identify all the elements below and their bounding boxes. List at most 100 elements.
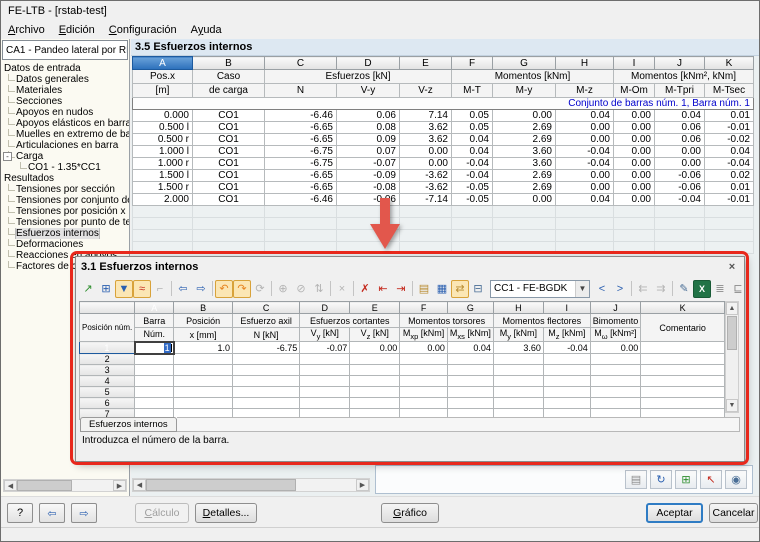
section-icon[interactable]: ⌐	[151, 280, 169, 298]
cell-mtsec[interactable]: -0.02	[705, 134, 754, 146]
tree-item-secciones[interactable]: Secciones	[1, 96, 129, 107]
cell-n[interactable]: -6.46	[265, 110, 337, 122]
block-icon[interactable]: ⊘	[292, 280, 310, 298]
cell-posx[interactable]: 2.000	[133, 194, 193, 206]
help-button[interactable]: ?	[7, 503, 33, 523]
cell-mz[interactable]: -0.04	[543, 342, 590, 354]
row-number[interactable]: 4	[80, 376, 135, 387]
calculo-button[interactable]: Cálculo	[135, 503, 189, 523]
cell-vz[interactable]: 3.62	[400, 134, 452, 146]
scroll-up-icon[interactable]: ▲	[726, 302, 738, 315]
cell-vz[interactable]: 0.00	[400, 146, 452, 158]
cell-my[interactable]: 3.60	[493, 146, 556, 158]
cell-posx[interactable]: 1.500 r	[133, 182, 193, 194]
scroll-down-icon[interactable]: ▼	[726, 399, 738, 412]
tab-esfuerzos-internos[interactable]: Esfuerzos internos	[80, 417, 177, 432]
export-icon[interactable]: ⊞	[675, 470, 697, 489]
cell-mtsec[interactable]: 0.02	[705, 170, 754, 182]
col-letter-c[interactable]: C	[265, 57, 337, 70]
menu-ayuda[interactable]: Ayuda	[184, 22, 229, 38]
scroll-left-icon[interactable]: ◀	[133, 479, 146, 491]
insert-row-icon[interactable]: ⊕	[274, 280, 292, 298]
cell-my[interactable]: 2.69	[493, 182, 556, 194]
cell-mtsec[interactable]: -0.04	[705, 158, 754, 170]
cell-mt[interactable]: -0.04	[452, 158, 493, 170]
col-letter-a[interactable]: A	[135, 302, 174, 314]
tree-item-apoyos-elasticos[interactable]: Apoyos elásticos en barra	[1, 118, 129, 129]
cell-mz[interactable]: -0.04	[556, 146, 614, 158]
cell-posx[interactable]: 0.500 r	[133, 134, 193, 146]
jump-to-graphic-icon[interactable]: ↗	[79, 280, 97, 298]
tree-item-carga[interactable]: -Carga	[1, 151, 129, 162]
row-number[interactable]: 5	[80, 387, 135, 398]
scrollbar-thumb[interactable]	[727, 316, 737, 350]
collapse-icon[interactable]: -	[3, 152, 12, 161]
col-letter-g[interactable]: G	[493, 57, 556, 70]
cell-n[interactable]: -6.65	[265, 170, 337, 182]
eye-icon[interactable]: ◉	[725, 470, 747, 489]
cell-mt[interactable]: 0.05	[452, 110, 493, 122]
col-letter-c[interactable]: C	[233, 302, 300, 314]
scroll-left-icon[interactable]: ◀	[4, 480, 17, 491]
cell-my[interactable]: 2.69	[493, 170, 556, 182]
detalles-button[interactable]: Detalles...	[195, 503, 257, 523]
tree-item-resultados[interactable]: Resultados	[1, 173, 129, 184]
cell-n[interactable]: -6.75	[265, 146, 337, 158]
cell-mtpri[interactable]: -0.06	[655, 182, 705, 194]
barra-input-cell[interactable]: 1	[135, 342, 174, 354]
tree-item-apoyos-en-nudos[interactable]: Apoyos en nudos	[1, 107, 129, 118]
cell-caso[interactable]: CO1	[193, 194, 265, 206]
sort-icon[interactable]: ⇅	[310, 280, 328, 298]
cell-posx[interactable]: 0.500 l	[133, 122, 193, 134]
cell-mz[interactable]: 0.04	[556, 110, 614, 122]
col-letter-a[interactable]: A	[133, 57, 193, 70]
cell-mt[interactable]: -0.04	[452, 170, 493, 182]
cell-caso[interactable]: CO1	[193, 134, 265, 146]
prev-table-icon[interactable]: ⇦	[174, 280, 192, 298]
col-letter-h[interactable]: H	[556, 57, 614, 70]
row-number[interactable]: 1	[80, 342, 135, 354]
cell-comentario[interactable]	[641, 342, 725, 354]
pointer-icon[interactable]: ↖	[700, 470, 722, 489]
sync-icon[interactable]: ↻	[650, 470, 672, 489]
cell-mt[interactable]: 0.04	[452, 134, 493, 146]
cell-mom[interactable]: 0.00	[614, 134, 655, 146]
calculator-icon[interactable]: ≣	[711, 280, 729, 298]
cell-vy[interactable]: 0.09	[337, 134, 400, 146]
delete-left-icon[interactable]: ⇤	[374, 280, 392, 298]
print-icon[interactable]: ▤	[625, 470, 647, 489]
cell-vz[interactable]: -3.62	[400, 182, 452, 194]
next-table-icon[interactable]: ⇨	[192, 280, 210, 298]
cell-x[interactable]: 1.0	[174, 342, 233, 354]
notes-icon[interactable]: ▤	[415, 280, 433, 298]
cell-mtsec[interactable]: 0.01	[705, 110, 754, 122]
cell-vy[interactable]: 0.07	[337, 146, 400, 158]
tree-item-co1[interactable]: CO1 - 1.35*CC1	[1, 162, 129, 173]
scrollbar-thumb[interactable]	[17, 480, 72, 491]
cell-my[interactable]: 2.69	[493, 134, 556, 146]
col-letter-j[interactable]: J	[655, 57, 705, 70]
cell-my[interactable]: 0.00	[493, 110, 556, 122]
col-letter-b[interactable]: B	[193, 57, 265, 70]
diagram-icon[interactable]: ≈	[133, 280, 151, 298]
cell-mtsec[interactable]: -0.01	[705, 194, 754, 206]
close-icon[interactable]: ×	[725, 261, 739, 273]
cell-mom[interactable]: 0.00	[614, 182, 655, 194]
cell-caso[interactable]: CO1	[193, 158, 265, 170]
table-view-icon[interactable]: ⊞	[97, 280, 115, 298]
cell-vy[interactable]: 0.08	[337, 122, 400, 134]
scrollbar-thumb[interactable]	[146, 479, 296, 491]
col-letter-j[interactable]: J	[590, 302, 641, 314]
cell-mz[interactable]: 0.04	[556, 194, 614, 206]
cell-mtpri[interactable]: 0.00	[655, 158, 705, 170]
cell-vz[interactable]: 3.62	[400, 122, 452, 134]
cell-vy[interactable]: -0.06	[337, 194, 400, 206]
cell-mt[interactable]: -0.05	[452, 182, 493, 194]
cell-mom[interactable]: 0.00	[614, 146, 655, 158]
cell-mom[interactable]: 0.00	[614, 158, 655, 170]
cell-vz[interactable]: -3.62	[400, 170, 452, 182]
tree-item-deformaciones[interactable]: Deformaciones	[1, 239, 129, 250]
delete-right-icon[interactable]: ⇥	[392, 280, 410, 298]
cell-vy[interactable]: -0.07	[300, 342, 350, 354]
cell-n[interactable]: -6.65	[265, 134, 337, 146]
